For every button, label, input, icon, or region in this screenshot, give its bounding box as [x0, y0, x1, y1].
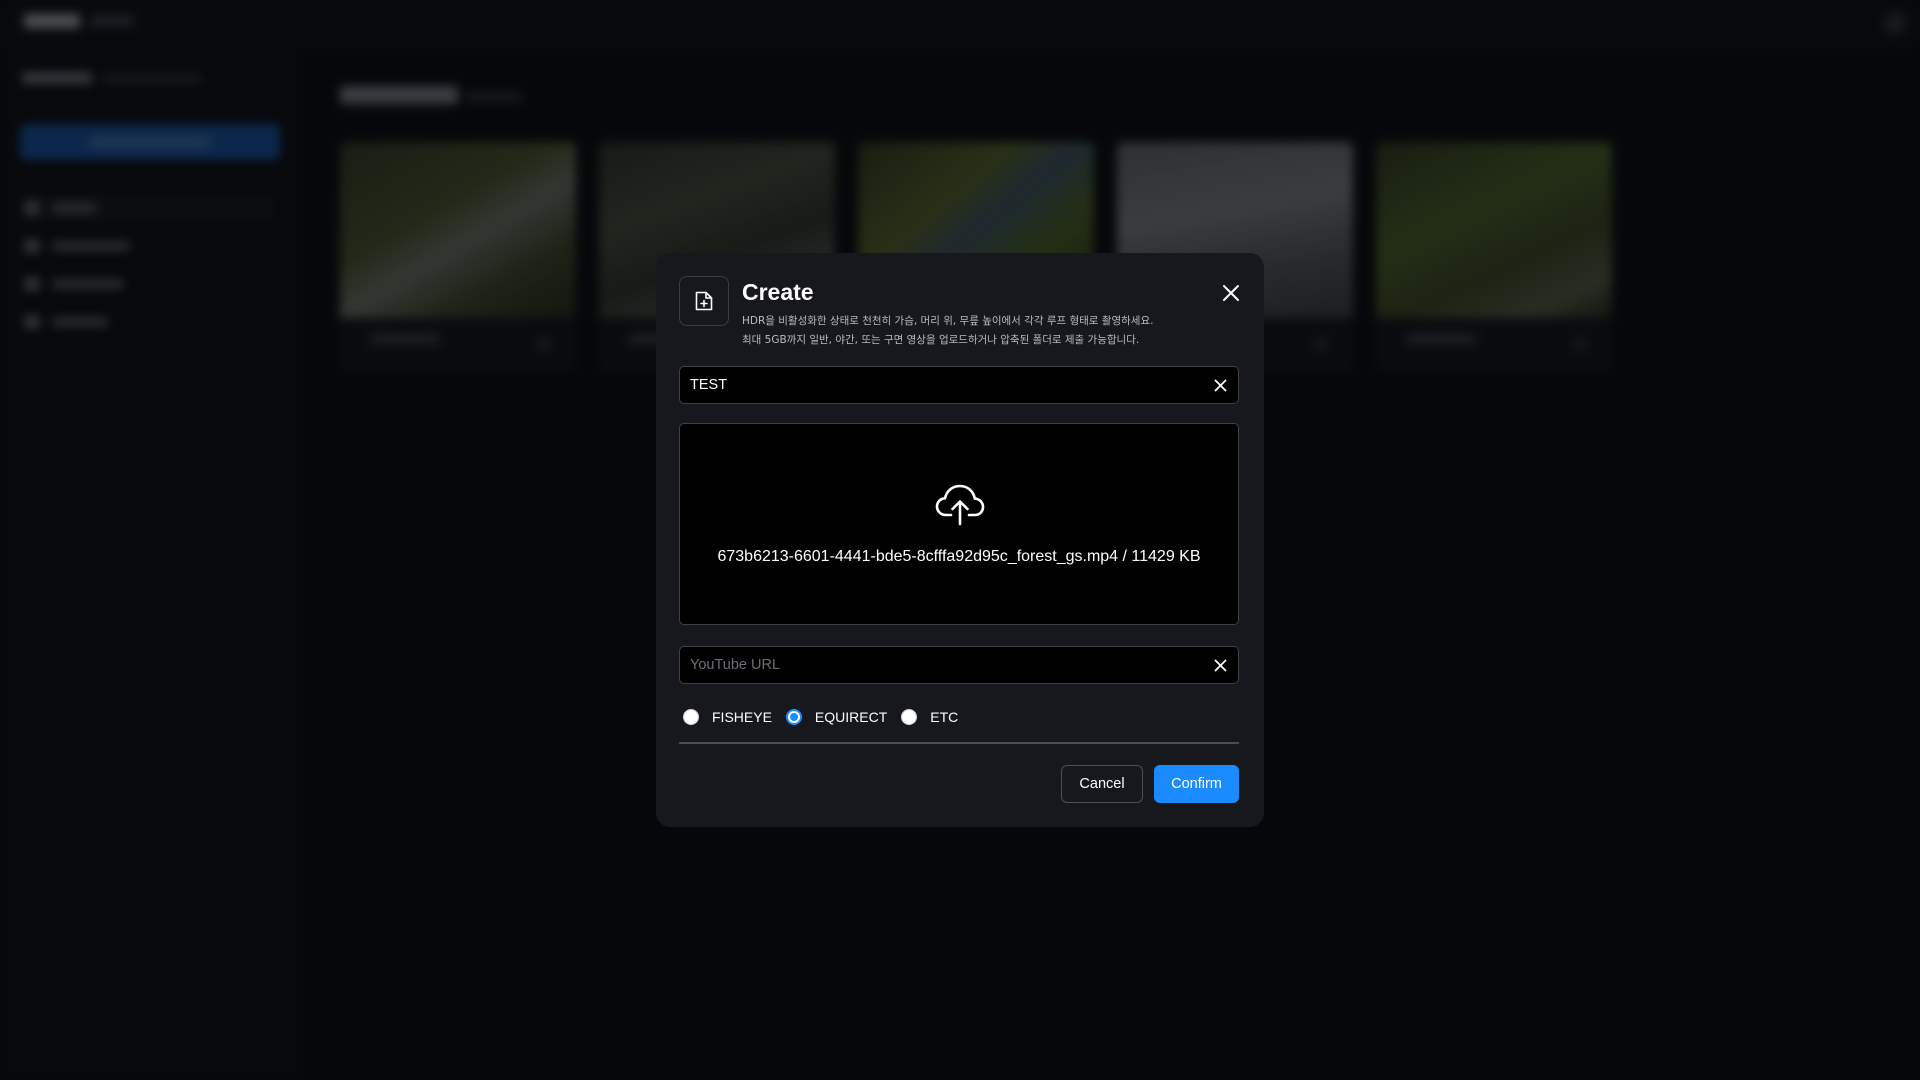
radio-button[interactable]: [785, 709, 802, 725]
uploaded-file-info: 673b6213-6601-4441-bde5-8cfffa92d95c_for…: [717, 548, 1201, 565]
description-line: HDR을 비활성화한 상태로 천천히 가슴, 머리 위, 무릎 높이에서 각각 …: [742, 315, 1154, 327]
create-modal: Create HDR을 비활성화한 상태로 천천히 가슴, 머리 위, 무릎 높…: [656, 253, 1264, 827]
upload-dropzone[interactable]: 673b6213-6601-4441-bde5-8cfffa92d95c_for…: [679, 423, 1239, 625]
radio-fisheye[interactable]: FISHEYE: [683, 709, 772, 725]
description-line: 최대 5GB까지 일반, 야간, 또는 구면 영상을 업로드하거나 압축된 폴더…: [742, 334, 1140, 346]
name-clear-button[interactable]: [1210, 375, 1230, 395]
close-icon: [1223, 285, 1239, 301]
clear-icon: [1214, 659, 1226, 671]
radio-label: EQUIRECT: [814, 709, 888, 725]
close-button[interactable]: [1217, 279, 1245, 307]
radio-etc[interactable]: ETC: [901, 709, 958, 725]
clear-icon: [1214, 379, 1226, 391]
radio-label: FISHEYE: [712, 709, 772, 725]
modal-description: HDR을 비활성화한 상태로 천천히 가슴, 머리 위, 무릎 높이에서 각각 …: [742, 312, 1232, 350]
cancel-button[interactable]: Cancel: [1061, 765, 1143, 803]
youtube-url-input[interactable]: [680, 647, 1190, 683]
radio-label: ETC: [930, 709, 959, 725]
cloud-upload-icon: [935, 484, 985, 526]
modal-title: Create: [742, 279, 814, 305]
name-field: [679, 366, 1239, 404]
confirm-button[interactable]: Confirm: [1154, 765, 1239, 803]
radio-equirect[interactable]: EQUIRECT: [785, 709, 888, 725]
radio-button[interactable]: [683, 709, 699, 725]
youtube-url-field: [679, 646, 1239, 684]
projection-radio-group: FISHEYE EQUIRECT ETC: [683, 705, 972, 729]
radio-button[interactable]: [901, 709, 918, 725]
youtube-clear-button[interactable]: [1210, 655, 1230, 675]
name-input[interactable]: [680, 367, 1190, 403]
divider: [679, 742, 1239, 744]
file-plus-icon: [679, 276, 729, 326]
